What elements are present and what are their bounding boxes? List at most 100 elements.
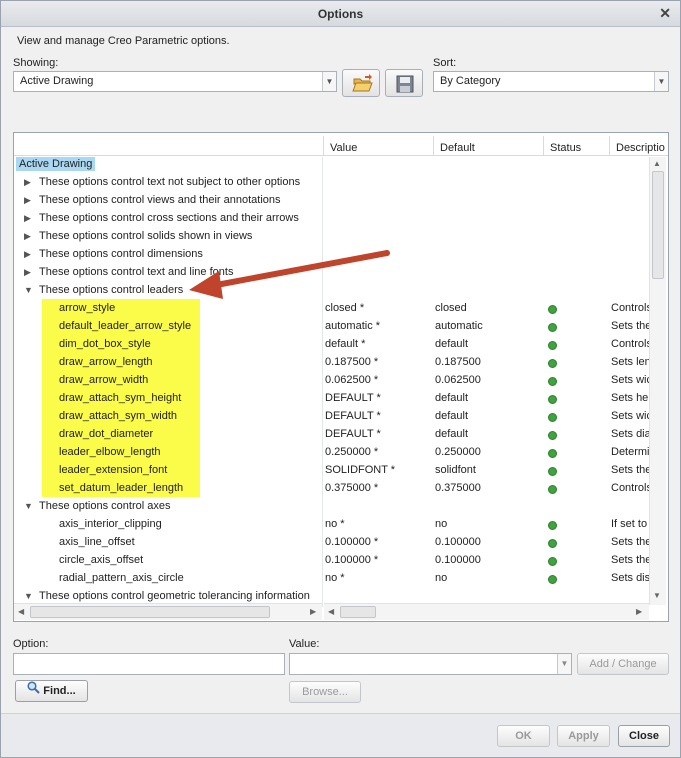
- scroll-right-icon[interactable]: ▶: [310, 607, 316, 616]
- collapse-triangle-icon[interactable]: ▼: [24, 285, 33, 295]
- scroll-left-icon[interactable]: ◀: [328, 607, 334, 616]
- ok-button[interactable]: OK: [497, 725, 550, 747]
- option-default: no: [435, 518, 448, 530]
- column-header-value[interactable]: Value: [323, 136, 433, 156]
- expand-triangle-icon[interactable]: ▶: [24, 267, 31, 278]
- browse-button[interactable]: Browse...: [289, 681, 361, 703]
- option-value: no *: [325, 572, 345, 584]
- expand-triangle-icon[interactable]: ▶: [24, 213, 31, 224]
- expand-triangle-icon[interactable]: ▶: [24, 177, 31, 188]
- showing-dropdown[interactable]: Active Drawing ▼: [13, 71, 337, 92]
- option-name: radial_pattern_axis_circle: [59, 572, 184, 584]
- open-config-button[interactable]: [342, 69, 380, 97]
- option-name: default_leader_arrow_style: [59, 320, 192, 332]
- sort-dropdown[interactable]: By Category ▼: [433, 71, 669, 92]
- expand-triangle-icon[interactable]: ▶: [24, 249, 31, 260]
- option-name: draw_arrow_length: [59, 356, 153, 368]
- option-description: Sets len: [611, 356, 649, 368]
- scroll-down-icon[interactable]: ▼: [653, 591, 661, 600]
- find-button[interactable]: Find...: [15, 680, 88, 702]
- scroll-thumb[interactable]: [652, 171, 664, 279]
- find-label: Find...: [43, 685, 76, 697]
- column-header-status[interactable]: Status: [543, 136, 609, 156]
- status-ok-icon: [548, 431, 557, 440]
- option-value: 0.100000 *: [325, 554, 379, 566]
- option-default: 0.250000: [435, 446, 481, 458]
- column-header-default[interactable]: Default: [433, 136, 543, 156]
- status-ok-icon: [548, 539, 557, 548]
- expand-triangle-icon[interactable]: ▶: [24, 195, 31, 206]
- scroll-thumb[interactable]: [340, 606, 376, 618]
- option-default: 0.100000: [435, 536, 481, 548]
- folder-open-icon: [352, 74, 373, 92]
- status-ok-icon: [548, 449, 557, 458]
- vertical-scrollbar[interactable]: ▲ ▼: [649, 157, 666, 605]
- option-input[interactable]: [13, 653, 285, 675]
- option-value: default *: [325, 338, 366, 350]
- save-config-button[interactable]: [385, 69, 423, 97]
- collapse-triangle-icon[interactable]: ▼: [24, 501, 33, 511]
- option-name: leader_extension_font: [59, 464, 168, 476]
- scroll-right-icon[interactable]: ▶: [636, 607, 642, 616]
- option-name: draw_attach_sym_height: [59, 392, 182, 404]
- option-value: closed *: [325, 302, 365, 314]
- dialog-footer: OK Apply Close: [1, 713, 680, 757]
- option-value: DEFAULT *: [325, 392, 381, 404]
- option-default: default: [435, 428, 469, 440]
- expand-triangle-icon[interactable]: ▶: [24, 231, 31, 242]
- option-default: default: [435, 410, 469, 422]
- value-input[interactable]: ▼: [289, 653, 572, 675]
- horizontal-scrollbar-names[interactable]: ◀ ▶: [14, 603, 322, 620]
- chevron-down-icon[interactable]: ▼: [557, 654, 571, 674]
- column-header-name[interactable]: [14, 136, 323, 156]
- option-name: axis_line_offset: [59, 536, 135, 548]
- column-header-description[interactable]: Descriptio: [609, 136, 668, 156]
- dialog-subtitle: View and manage Creo Parametric options.: [17, 35, 230, 47]
- status-ok-icon: [548, 413, 557, 422]
- annotation-arrow: [189, 250, 390, 299]
- scroll-left-icon[interactable]: ◀: [18, 607, 24, 616]
- status-ok-icon: [548, 557, 557, 566]
- option-default: default: [435, 392, 469, 404]
- option-description: Sets dis: [611, 572, 649, 584]
- option-name: dim_dot_box_style: [59, 338, 151, 350]
- option-value: automatic *: [325, 320, 381, 332]
- expand-triangle-icon[interactable]: ▼: [24, 591, 33, 601]
- option-value: 0.100000 *: [325, 536, 379, 548]
- option-default: 0.062500: [435, 374, 481, 386]
- option-value: DEFAULT *: [325, 428, 381, 440]
- option-name: draw_arrow_width: [59, 374, 149, 386]
- close-button[interactable]: Close: [618, 725, 670, 747]
- option-value: no *: [325, 518, 345, 530]
- floppy-disk-icon: [396, 75, 414, 93]
- option-description: Sets hei: [611, 392, 649, 404]
- option-description: Controls: [611, 302, 649, 314]
- option-name: draw_dot_diameter: [59, 428, 154, 440]
- close-icon[interactable]: ✕: [659, 5, 671, 22]
- option-description: Controls: [611, 482, 649, 494]
- scroll-up-icon[interactable]: ▲: [653, 159, 661, 168]
- option-value: 0.375000 *: [325, 482, 379, 494]
- option-value: 0.250000 *: [325, 446, 379, 458]
- option-value: SOLIDFONT *: [325, 464, 396, 476]
- apply-button[interactable]: Apply: [557, 725, 610, 747]
- option-description: Sets dia: [611, 428, 649, 440]
- status-ok-icon: [548, 341, 557, 350]
- status-ok-icon: [548, 305, 557, 314]
- status-ok-icon: [548, 377, 557, 386]
- option-description: Sets the: [611, 320, 649, 332]
- option-description: Determin: [611, 446, 649, 458]
- option-value: 0.062500 *: [325, 374, 379, 386]
- option-name: set_datum_leader_length: [59, 482, 184, 494]
- value-label: Value:: [289, 638, 320, 650]
- option-default: 0.100000: [435, 554, 481, 566]
- options-dialog: Options ✕ View and manage Creo Parametri…: [0, 0, 681, 758]
- option-name: leader_elbow_length: [59, 446, 161, 458]
- scroll-thumb[interactable]: [30, 606, 270, 618]
- option-default: no: [435, 572, 448, 584]
- horizontal-scrollbar-values[interactable]: ◀ ▶: [324, 603, 649, 620]
- add-change-button[interactable]: Add / Change: [577, 653, 669, 675]
- option-label: Option:: [13, 638, 49, 650]
- tree-root-active-drawing[interactable]: Active Drawing: [16, 157, 96, 171]
- option-name: circle_axis_offset: [59, 554, 144, 566]
